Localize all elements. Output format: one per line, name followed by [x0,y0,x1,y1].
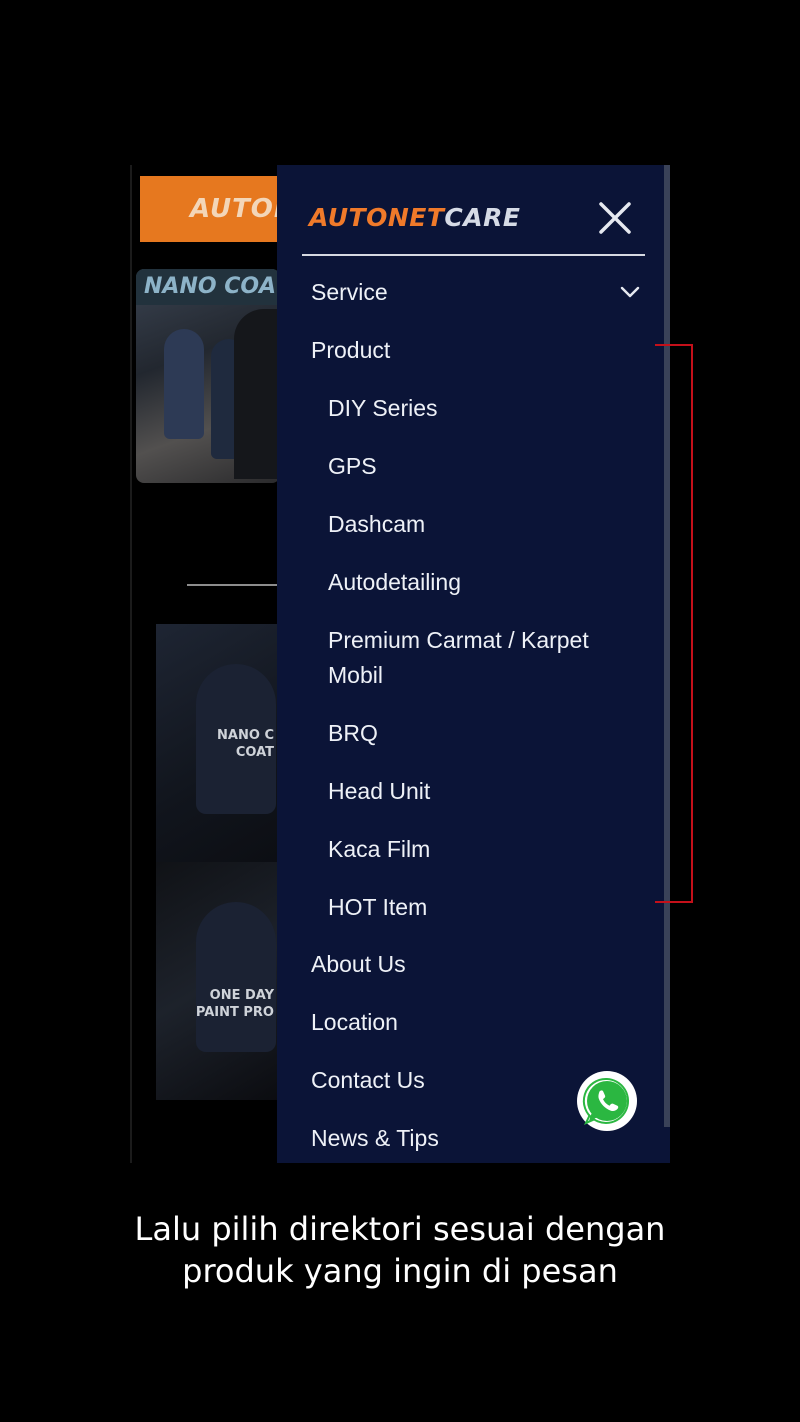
submenu-item-autodetailing[interactable]: Autodetailing [328,565,628,600]
service-card-paint-protection[interactable]: ONE DAY PAINT PRO [156,862,280,1100]
submenu-item-diy-series[interactable]: DIY Series [328,391,628,426]
section-divider [187,584,280,586]
annotation-bracket [655,344,693,903]
submenu-item-head-unit[interactable]: Head Unit [328,774,628,809]
close-icon[interactable] [595,198,635,238]
card-photo [196,902,276,1052]
submenu-item-premium-carmat[interactable]: Premium Carmat / Karpet Mobil [328,623,628,693]
chevron-down-icon[interactable] [619,285,641,299]
menu-item-contact-us[interactable]: Contact Us [311,1063,425,1098]
submenu-item-kaca-film[interactable]: Kaca Film [328,832,628,867]
caption-line-1: Lalu pilih direktori sesuai dengan [134,1210,666,1248]
menu-item-location[interactable]: Location [311,1005,398,1040]
submenu-item-gps[interactable]: GPS [328,449,628,484]
card-caption: NANO C COAT [217,728,274,760]
instruction-caption: Lalu pilih direktori sesuai dengan produ… [0,1208,800,1292]
submenu-item-hot-item[interactable]: HOT Item [328,890,628,925]
menu-item-product[interactable]: Product [311,333,390,368]
submenu-item-dashcam[interactable]: Dashcam [328,507,628,542]
banner-photo-person [164,329,204,439]
autonetcare-logo[interactable]: AUTONETCARE [309,203,520,232]
site-header: AUTON [140,176,296,242]
menu-item-about-us[interactable]: About Us [311,947,406,982]
navigation-drawer: AUTONETCARE Service Product DIY Series G… [277,165,670,1163]
banner-photo-car [234,309,280,479]
drawer-divider [302,254,645,256]
logo-part-autonet: AUTONET [309,203,445,232]
nano-coating-banner[interactable]: NANO COA [136,269,280,483]
screen-edge [130,165,132,1163]
caption-line-2: produk yang ingin di pesan [182,1252,618,1290]
banner-label: NANO COA [136,269,280,305]
card-caption: ONE DAY PAINT PRO [195,988,274,1020]
menu-item-service[interactable]: Service [311,275,388,310]
logo-part-care: CARE [444,203,521,232]
phone-screen: AUTON NANO COA NANO C COAT ONE DAY PAINT… [130,165,670,1163]
whatsapp-icon[interactable] [577,1071,637,1131]
service-card-nano-coating[interactable]: NANO C COAT [156,624,280,862]
menu-item-news-tips[interactable]: News & Tips [311,1121,439,1156]
submenu-item-brq[interactable]: BRQ [328,716,628,751]
